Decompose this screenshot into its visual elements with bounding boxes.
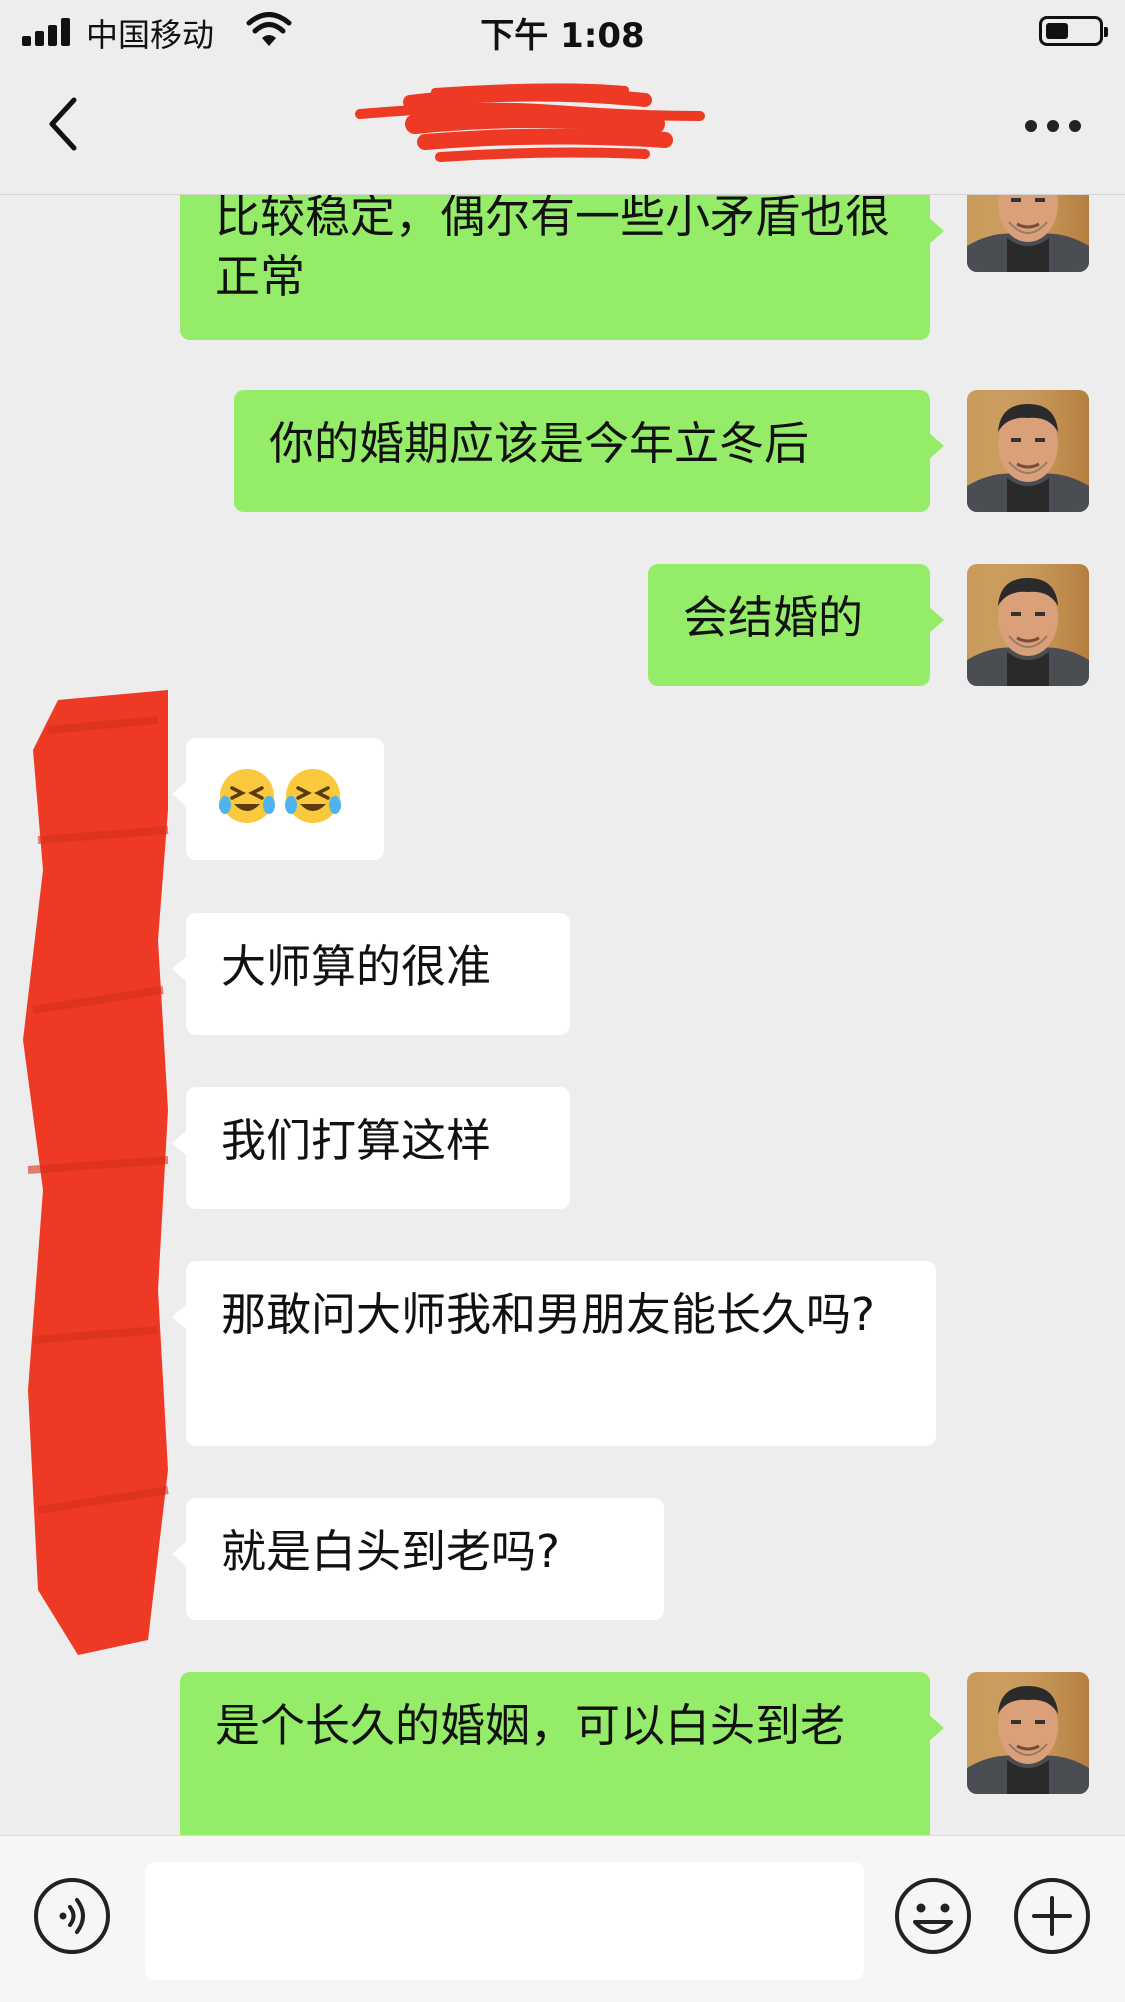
message-bubble[interactable]: 大师算的很准 (172, 913, 570, 1035)
message-text: 那敢问大师我和男朋友能长久吗? (221, 1288, 875, 1341)
clock: 下午 1:08 (480, 16, 645, 56)
avatar[interactable] (967, 390, 1089, 512)
plus-icon[interactable] (1012, 1876, 1092, 1956)
chevron-left-icon[interactable] (42, 94, 92, 154)
message-bubble[interactable]: 就是白头到老吗? (172, 1498, 664, 1620)
message-text: 你的婚期应该是今年立冬后 (269, 417, 810, 470)
message-bubble[interactable]: 是个长久的婚姻，可以白头到老 (180, 1672, 944, 1835)
battery-icon (1039, 16, 1108, 46)
message-bubble[interactable]: 那敢问大师我和男朋友能长久吗? (172, 1261, 936, 1446)
voice-icon[interactable] (32, 1876, 112, 1956)
message-bubble[interactable]: 会结婚的 (648, 564, 944, 686)
redacted-contact-name (355, 83, 705, 162)
status-bar: 中国移动 下午 1:08 (0, 0, 1125, 64)
message-text: 会结婚的 (683, 591, 864, 644)
message-text: 就是白头到老吗? (221, 1525, 560, 1578)
message-list[interactable]: 比较稳定，偶尔有一些小矛盾也很正常 你的婚期应该是今年立冬后 会结婚的 大师算的… (0, 195, 1125, 1835)
avatar[interactable] (967, 195, 1089, 272)
message-text: 我们打算这样 (221, 1114, 492, 1167)
message-input[interactable] (145, 1862, 864, 1980)
smiley-icon[interactable] (893, 1876, 973, 1956)
message-text: 大师算的很准 (221, 940, 492, 993)
chat-header (0, 64, 1125, 195)
ellipsis-icon[interactable] (1025, 114, 1085, 134)
message-text: 比较稳定，偶尔有一些小矛盾也很正常 (215, 195, 891, 303)
message-bubble[interactable] (172, 738, 384, 860)
redacted-avatars (23, 690, 169, 1655)
avatar[interactable] (967, 564, 1089, 686)
input-bar (0, 1835, 1125, 2002)
message-bubble[interactable]: 比较稳定，偶尔有一些小矛盾也很正常 (180, 195, 944, 340)
avatar[interactable] (967, 1672, 1089, 1794)
message-bubble[interactable]: 我们打算这样 (172, 1087, 570, 1209)
crying-laughing-emoji (219, 769, 341, 823)
message-text: 是个长久的婚姻，可以白头到老 (215, 1699, 846, 1752)
message-bubble[interactable]: 你的婚期应该是今年立冬后 (234, 390, 944, 512)
